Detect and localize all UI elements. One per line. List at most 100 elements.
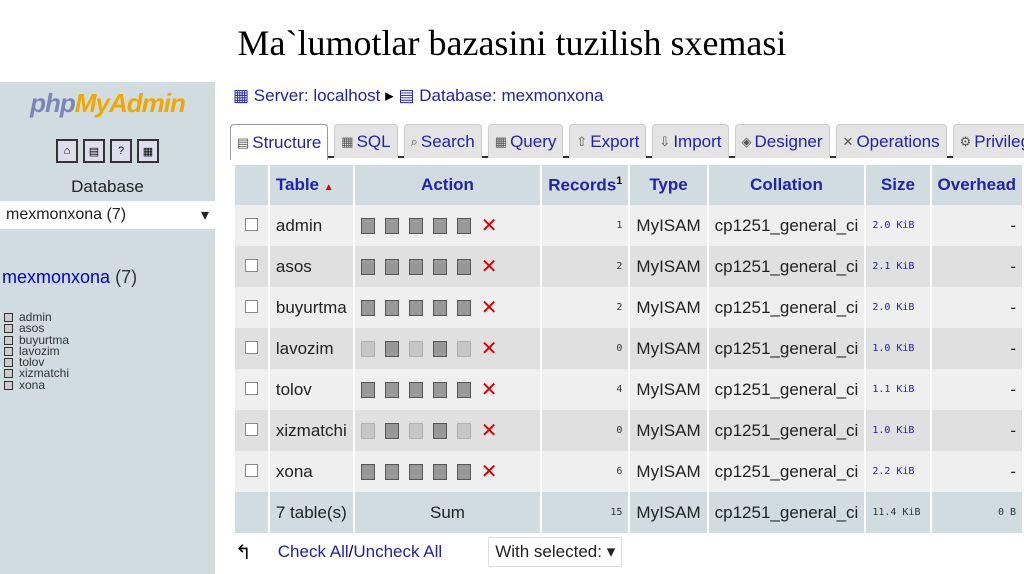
empty-icon[interactable]: [456, 258, 471, 275]
row-checkbox-cell: [235, 205, 268, 246]
help-icon[interactable]: ?: [110, 139, 132, 163]
size-cell[interactable]: 1.0 KiB: [866, 328, 930, 369]
tab-label: Query: [510, 131, 557, 151]
table-name-link[interactable]: asos: [269, 246, 353, 287]
insert-icon[interactable]: [432, 422, 447, 439]
empty-icon[interactable]: [456, 422, 471, 439]
tab-sql[interactable]: ▦ SQL: [334, 124, 398, 158]
tab-icon: ⇩: [659, 133, 671, 149]
tab-export[interactable]: ⇧ Export: [569, 124, 647, 158]
browse-icon[interactable]: [360, 381, 375, 398]
browse-icon[interactable]: [360, 299, 375, 316]
main-panel: ▦ Server: localhost ▸ ▤ Database: mexmon…: [225, 82, 1024, 574]
table-name-link[interactable]: xona: [269, 451, 353, 492]
breadcrumb-database[interactable]: Database: mexmonxona: [419, 86, 603, 105]
drop-icon[interactable]: ✕: [481, 257, 498, 277]
browse-icon[interactable]: [360, 422, 375, 439]
search-icon[interactable]: [408, 381, 423, 398]
sort-asc-icon: ▲: [323, 182, 334, 193]
table-name-link[interactable]: xizmatchi: [269, 410, 353, 451]
empty-icon[interactable]: [456, 340, 471, 357]
tab-label: Export: [590, 131, 640, 151]
phpmyadmin-logo[interactable]: phpMyAdmin: [0, 88, 215, 119]
insert-icon[interactable]: [432, 299, 447, 316]
insert-icon[interactable]: [432, 258, 447, 275]
table-name-link[interactable]: lavozim: [269, 328, 353, 369]
search-icon[interactable]: [408, 422, 423, 439]
drop-icon[interactable]: ✕: [481, 298, 498, 318]
header-records[interactable]: Records1: [542, 165, 629, 205]
structure-icon[interactable]: [384, 299, 399, 316]
row-checkbox-cell: [235, 287, 268, 328]
insert-icon[interactable]: [432, 340, 447, 357]
empty-icon[interactable]: [456, 381, 471, 398]
search-icon[interactable]: [408, 217, 423, 234]
row-checkbox[interactable]: [244, 422, 258, 436]
docs-icon[interactable]: ▦: [137, 139, 159, 163]
tab-search[interactable]: ⌕ Search: [403, 124, 482, 158]
row-checkbox[interactable]: [244, 340, 258, 354]
header-records-label: Records: [548, 175, 617, 195]
table-name-link[interactable]: tolov: [269, 369, 353, 410]
records-cell: 6: [542, 451, 629, 492]
structure-icon[interactable]: [384, 258, 399, 275]
insert-icon[interactable]: [432, 217, 447, 234]
row-checkbox[interactable]: [244, 299, 258, 313]
structure-icon[interactable]: [384, 217, 399, 234]
structure-icon[interactable]: [384, 463, 399, 480]
check-all-link[interactable]: Check All: [278, 542, 349, 562]
uncheck-all-link[interactable]: Uncheck All: [353, 542, 442, 562]
header-collation[interactable]: Collation: [708, 165, 865, 205]
empty-icon[interactable]: [456, 463, 471, 480]
size-cell[interactable]: 2.0 KiB: [866, 205, 930, 246]
size-cell[interactable]: 1.0 KiB: [866, 410, 930, 451]
search-icon[interactable]: [408, 299, 423, 316]
with-selected-select[interactable]: With selected: ▾: [488, 537, 623, 567]
empty-icon[interactable]: [456, 217, 471, 234]
sidebar-table-item[interactable]: xona: [4, 379, 215, 391]
header-table[interactable]: Table ▲: [269, 165, 353, 205]
drop-icon[interactable]: ✕: [481, 462, 498, 482]
search-icon[interactable]: [408, 258, 423, 275]
sql-query-icon[interactable]: ▤: [83, 139, 105, 163]
tab-privileges[interactable]: ⚙Privileges: [952, 124, 1024, 158]
drop-icon[interactable]: ✕: [481, 380, 498, 400]
structure-icon[interactable]: [384, 340, 399, 357]
breadcrumb-server[interactable]: Server: localhost: [254, 86, 381, 105]
table-name-link[interactable]: admin: [269, 205, 353, 246]
browse-icon[interactable]: [360, 340, 375, 357]
row-checkbox[interactable]: [244, 217, 258, 231]
database-select[interactable]: mexmonxona (7) ▾: [0, 201, 215, 229]
size-cell[interactable]: 2.0 KiB: [866, 287, 930, 328]
tab-designer[interactable]: ◈ Designer: [734, 124, 830, 158]
table-name-link[interactable]: buyurtma: [269, 287, 353, 328]
tab-query[interactable]: ▦ Query: [487, 124, 564, 158]
home-icon[interactable]: ⌂: [56, 139, 78, 163]
size-cell[interactable]: 1.1 KiB: [866, 369, 930, 410]
header-size[interactable]: Size: [866, 165, 930, 205]
header-type[interactable]: Type: [630, 165, 707, 205]
row-checkbox[interactable]: [244, 381, 258, 395]
tab-operations[interactable]: ✕ Operations: [835, 124, 947, 158]
row-checkbox[interactable]: [244, 463, 258, 477]
drop-icon[interactable]: ✕: [481, 339, 498, 359]
browse-icon[interactable]: [360, 217, 375, 234]
insert-icon[interactable]: [432, 463, 447, 480]
empty-icon[interactable]: [456, 299, 471, 316]
search-icon[interactable]: [408, 340, 423, 357]
insert-icon[interactable]: [432, 381, 447, 398]
database-link[interactable]: mexmonxona: [2, 267, 110, 287]
structure-icon[interactable]: [384, 381, 399, 398]
size-cell[interactable]: 2.2 KiB: [866, 451, 930, 492]
drop-icon[interactable]: ✕: [481, 216, 498, 236]
structure-icon[interactable]: [384, 422, 399, 439]
browse-icon[interactable]: [360, 463, 375, 480]
tab-structure[interactable]: ▤ Structure: [230, 124, 329, 160]
size-cell[interactable]: 2.1 KiB: [866, 246, 930, 287]
search-icon[interactable]: [408, 463, 423, 480]
tab-import[interactable]: ⇩ Import: [652, 124, 729, 158]
header-overhead[interactable]: Overhead: [931, 165, 1022, 205]
browse-icon[interactable]: [360, 258, 375, 275]
row-checkbox[interactable]: [244, 258, 258, 272]
drop-icon[interactable]: ✕: [481, 421, 498, 441]
